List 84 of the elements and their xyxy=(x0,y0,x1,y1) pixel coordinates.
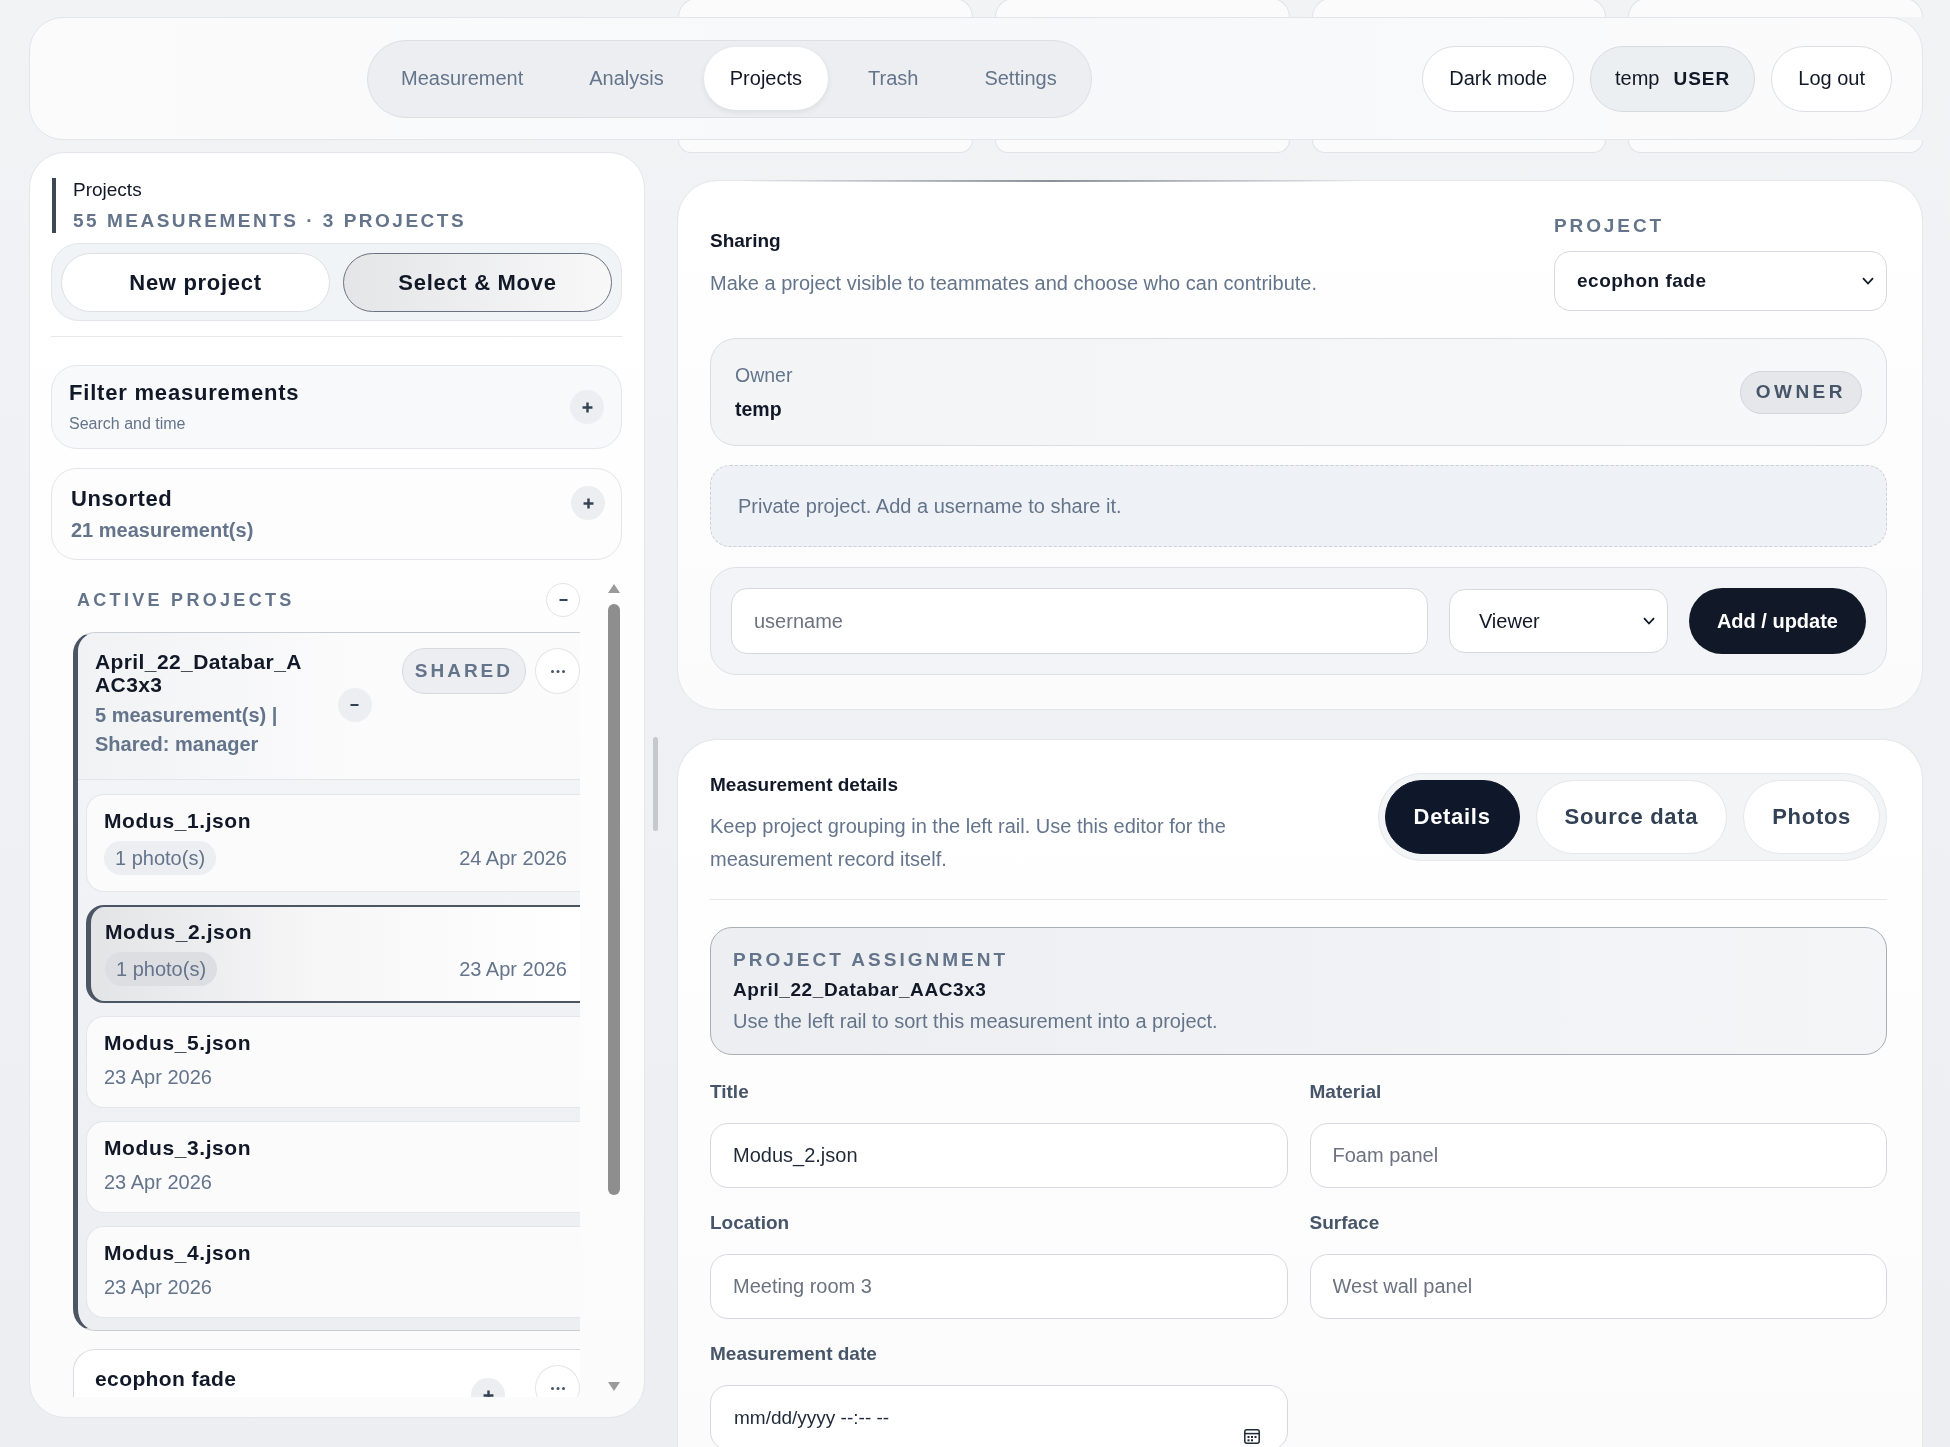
chevron-down-icon xyxy=(1862,277,1874,285)
measurement-item[interactable]: Modus_4.json 23 Apr 2026 xyxy=(86,1226,580,1318)
username-field[interactable]: username xyxy=(731,588,1428,654)
measurement-name: Modus_4.json xyxy=(104,1241,253,1265)
private-notice: Private project. Add a username to share it. xyxy=(710,465,1887,547)
photo-count-badge: 1 photo(s) xyxy=(105,952,218,986)
assignment-hint: Use the left rail to sort this measurement into a project. xyxy=(733,1009,1219,1033)
section-heading: ACTIVE PROJECTS xyxy=(77,589,295,611)
collapse-button[interactable] xyxy=(337,687,372,722)
field-label: Location xyxy=(710,1211,791,1235)
text-field[interactable]: Foam panel xyxy=(1309,1123,1887,1188)
owner-label: Owner xyxy=(735,363,793,387)
field-label: PROJECT xyxy=(1554,214,1666,238)
text-field[interactable]: West wall panel xyxy=(1309,1254,1887,1319)
more-button[interactable] xyxy=(535,648,580,694)
field-label: Title xyxy=(710,1080,750,1104)
measurement-name: Modus_2.json xyxy=(105,920,254,944)
section-title: Sharing xyxy=(710,229,782,253)
section-title: Measurement details xyxy=(710,773,899,797)
photo-count-badge: 1 photo(s) xyxy=(104,841,217,875)
resize-handle[interactable] xyxy=(653,737,658,831)
add-update-button[interactable]: Add / update xyxy=(1688,588,1866,654)
text-field[interactable]: Meeting room 3 xyxy=(710,1254,1288,1319)
nav-tab[interactable]: Projects xyxy=(703,47,828,110)
owner-name: temp xyxy=(735,397,783,421)
nav-tab[interactable]: Trash xyxy=(842,47,945,110)
measurement-date: 23 Apr 2026 xyxy=(104,1065,212,1089)
assigned-project-name: April_22_Databar_AAC3x3 xyxy=(733,978,988,1002)
status-badge: SHARED xyxy=(401,648,526,694)
measurement-name: Modus_1.json xyxy=(104,809,253,833)
action-button[interactable]: Select & Move xyxy=(343,253,612,312)
minus-icon xyxy=(350,703,360,706)
plus-icon xyxy=(581,401,593,413)
sidebar-title: Projects xyxy=(73,178,143,202)
ellipsis-icon xyxy=(550,669,565,673)
field-label: Material xyxy=(1309,1080,1383,1104)
plus-icon xyxy=(482,1389,494,1397)
minus-icon xyxy=(558,599,568,601)
measurement-item[interactable]: Modus_5.json 23 Apr 2026 xyxy=(86,1016,580,1108)
chevron-down-icon xyxy=(1642,617,1655,625)
field-label: Surface xyxy=(1309,1211,1381,1235)
log-out-button[interactable]: Log out xyxy=(1771,45,1892,112)
dark-mode-button[interactable]: Dark mode xyxy=(1422,45,1574,112)
measurement-item[interactable]: Modus_2.json 1 photo(s) 23 Apr 2026 xyxy=(86,905,580,1003)
measurement-name: Modus_5.json xyxy=(104,1031,253,1055)
measurement-date: 24 Apr 2026 xyxy=(459,846,567,870)
user-menu-button[interactable]: temp USER xyxy=(1590,45,1756,112)
nav-tab[interactable]: Analysis xyxy=(563,47,690,110)
action-button[interactable]: New project xyxy=(61,253,330,312)
calendar-icon xyxy=(1243,1428,1260,1444)
nav-tab[interactable]: Measurement xyxy=(375,47,550,110)
measurement-item[interactable]: Modus_1.json 1 photo(s) 24 Apr 2026 xyxy=(86,794,580,892)
details-tab[interactable]: Photos xyxy=(1743,780,1880,854)
section-description: Make a project visible to teammates and choose who can contribute. xyxy=(710,271,1317,296)
group-title: Unsorted xyxy=(71,486,174,511)
scrollbar[interactable] xyxy=(607,583,621,1393)
measurement-date: 23 Apr 2026 xyxy=(104,1275,212,1299)
assignment-heading: PROJECT ASSIGNMENT xyxy=(733,948,1009,972)
details-tab[interactable]: Source data xyxy=(1535,780,1728,854)
text-field[interactable]: Modus_2.json xyxy=(710,1123,1288,1188)
role-select[interactable]: Viewer xyxy=(1448,589,1668,653)
collapse-button[interactable] xyxy=(546,583,580,617)
nav-tab[interactable]: Settings xyxy=(958,47,1083,110)
measurement-count: 21 measurement(s) xyxy=(71,517,254,542)
project-meta: 5 measurement(s) | Shared: manager xyxy=(95,703,279,757)
section-description: Keep project grouping in the left rail. Use this editor for the measurement record itself. xyxy=(710,814,1227,872)
project-name: April_22_Databar_AAC3x3 xyxy=(95,650,303,696)
measurement-date: 23 Apr 2026 xyxy=(104,1170,212,1194)
measurement-name: Modus_3.json xyxy=(104,1136,253,1160)
ellipsis-icon xyxy=(550,1386,565,1390)
measurement-item[interactable]: Modus_3.json 23 Apr 2026 xyxy=(86,1121,580,1213)
filter-subtitle: Search and time xyxy=(69,414,187,434)
measurement-date: 23 Apr 2026 xyxy=(459,957,567,981)
date-time-field[interactable]: mm/dd/yyyy --:-- -- xyxy=(710,1385,1288,1447)
expand-button[interactable] xyxy=(570,390,604,424)
filter-title: Filter measurements xyxy=(69,380,300,406)
sidebar-summary: 55 MEASUREMENTS · 3 PROJECTS xyxy=(73,209,468,233)
expand-button[interactable] xyxy=(571,486,605,520)
project-select[interactable]: ecophon fade xyxy=(1554,251,1887,311)
details-tab[interactable]: Details xyxy=(1384,780,1520,854)
project-name: ecophon fade xyxy=(95,1367,238,1390)
plus-icon xyxy=(582,497,594,509)
field-label: Measurement date xyxy=(710,1342,878,1366)
role-badge: OWNER xyxy=(1739,370,1862,414)
